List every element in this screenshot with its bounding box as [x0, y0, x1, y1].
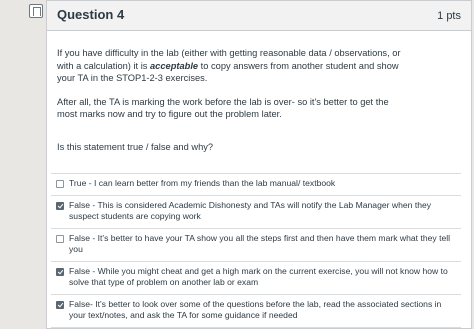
question-paragraph-2: After all, the TA is marking the work be…: [57, 96, 389, 120]
bookmark-flag-icon[interactable]: [29, 4, 43, 18]
checkbox[interactable]: [56, 234, 64, 243]
checkbox[interactable]: [56, 300, 64, 309]
question-title: Question 4: [57, 7, 125, 22]
question-text: If you have difficulty in the lab (eithe…: [57, 47, 407, 132]
answer-option-4[interactable]: False - While you might cheat and get a …: [51, 260, 461, 294]
answer-label: False - It's better to have your TA show…: [69, 232, 451, 255]
answer-label: False- It's better to look over some of …: [69, 298, 442, 321]
question-card: Question 4 1 pts If you have difficulty …: [46, 0, 472, 329]
answer-label: True - I can learn better from my friend…: [69, 178, 336, 188]
checkbox[interactable]: [56, 267, 64, 276]
answer-label: False - This is considered Academic Dish…: [69, 199, 432, 222]
answer-option-3[interactable]: False - It's better to have your TA show…: [51, 227, 461, 261]
question-prompt: Is this statement true / false and why?: [57, 142, 214, 152]
checkbox[interactable]: [56, 180, 64, 188]
checkbox[interactable]: [56, 201, 64, 210]
question-paragraph-1: If you have difficulty in the lab (eithe…: [57, 48, 401, 83]
quiz-page: Question 4 1 pts If you have difficulty …: [0, 0, 474, 329]
answer-label: False - While you might cheat and get a …: [69, 265, 448, 288]
answer-option-5[interactable]: False- It's better to look over some of …: [51, 293, 461, 328]
answer-list: True - I can learn better from my friend…: [51, 173, 461, 328]
answer-option-2[interactable]: False - This is considered Academic Dish…: [51, 194, 461, 228]
question-points: 1 pts: [437, 10, 461, 22]
question-header: Question 4 1 pts: [47, 1, 471, 31]
answer-option-1[interactable]: True - I can learn better from my friend…: [51, 173, 461, 195]
